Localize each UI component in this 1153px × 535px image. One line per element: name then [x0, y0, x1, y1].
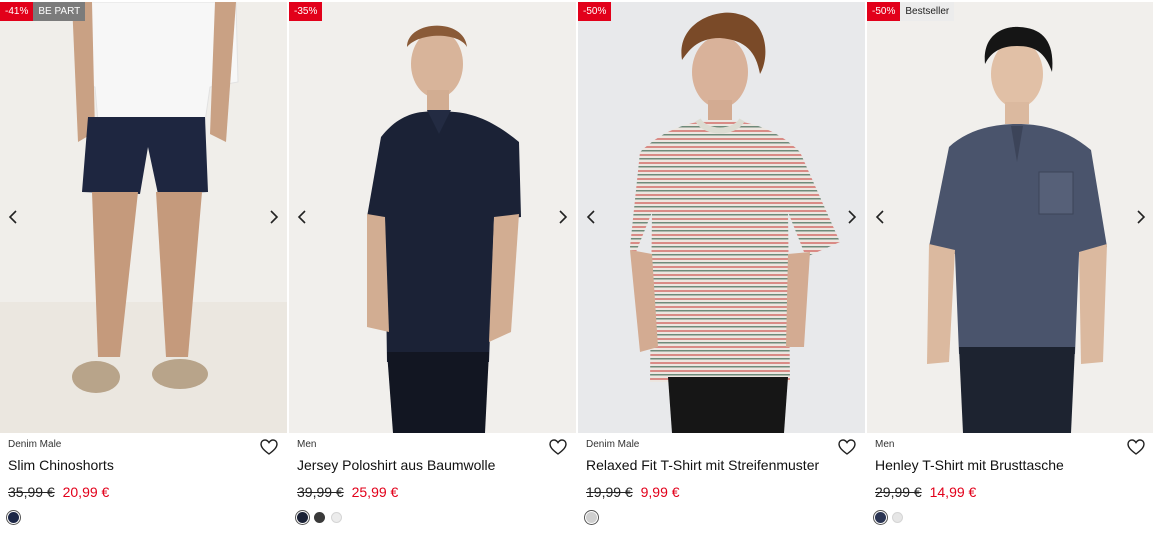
- label-badge: BE PART: [33, 2, 86, 21]
- next-image-button[interactable]: [263, 206, 285, 228]
- chevron-left-icon: [297, 210, 306, 224]
- original-price: 39,99 €: [297, 484, 344, 500]
- discount-badge: -41%: [0, 2, 34, 21]
- product-brand: Men: [875, 439, 895, 450]
- price-block: 39,99 € 25,99 €: [297, 484, 398, 500]
- product-card[interactable]: -41% BE PART Denim Male Slim Chinoshorts…: [0, 0, 287, 535]
- discount-badge: -50%: [867, 2, 901, 21]
- product-photo: [867, 2, 1153, 433]
- product-brand: Denim Male: [586, 439, 640, 450]
- original-price: 19,99 €: [586, 484, 633, 500]
- chevron-left-icon: [875, 210, 884, 224]
- next-image-button[interactable]: [1130, 206, 1152, 228]
- sale-price: 14,99 €: [929, 484, 977, 500]
- product-image[interactable]: [0, 2, 287, 433]
- sale-price: 9,99 €: [640, 484, 680, 500]
- color-swatches: [297, 512, 342, 523]
- chevron-left-icon: [586, 210, 595, 224]
- chevron-right-icon: [1137, 210, 1146, 224]
- prev-image-button[interactable]: [2, 206, 24, 228]
- product-title[interactable]: Relaxed Fit T-Shirt mit Streifenmuster: [586, 457, 819, 473]
- wishlist-button[interactable]: [548, 437, 568, 457]
- chevron-right-icon: [559, 210, 568, 224]
- product-title[interactable]: Slim Chinoshorts: [8, 457, 114, 473]
- product-grid: -41% BE PART Denim Male Slim Chinoshorts…: [0, 0, 1153, 535]
- price-block: 29,99 € 14,99 €: [875, 484, 976, 500]
- original-price: 29,99 €: [875, 484, 922, 500]
- price-block: 35,99 € 20,99 €: [8, 484, 109, 500]
- chevron-left-icon: [8, 210, 17, 224]
- color-swatches: [586, 512, 597, 523]
- color-swatch[interactable]: [875, 512, 886, 523]
- color-swatch[interactable]: [586, 512, 597, 523]
- product-brand: Denim Male: [8, 439, 62, 450]
- prev-image-button[interactable]: [869, 206, 891, 228]
- bestseller-badge: Bestseller: [900, 2, 955, 21]
- price-block: 19,99 € 9,99 €: [586, 484, 680, 500]
- original-price: 35,99 €: [8, 484, 55, 500]
- product-card[interactable]: -50% Denim Male Relaxed Fit T-Shirt mit …: [578, 0, 865, 535]
- color-swatch[interactable]: [297, 512, 308, 523]
- heart-icon: [838, 439, 856, 455]
- sale-price: 20,99 €: [62, 484, 110, 500]
- heart-icon: [549, 439, 567, 455]
- next-image-button[interactable]: [841, 206, 863, 228]
- next-image-button[interactable]: [552, 206, 574, 228]
- wishlist-button[interactable]: [259, 437, 279, 457]
- product-card[interactable]: -50% Bestseller Men Henley T-Shirt mit B…: [867, 0, 1153, 535]
- product-image[interactable]: [289, 2, 576, 433]
- discount-badge: -50%: [578, 2, 612, 21]
- color-swatches: [8, 512, 19, 523]
- badge-group: -41% BE PART: [0, 2, 86, 21]
- heart-icon: [260, 439, 278, 455]
- color-swatch[interactable]: [8, 512, 19, 523]
- badge-group: -50%: [578, 2, 612, 21]
- product-photo: [0, 2, 287, 433]
- wishlist-button[interactable]: [837, 437, 857, 457]
- chevron-right-icon: [848, 210, 857, 224]
- product-photo: [289, 2, 576, 433]
- product-image[interactable]: [578, 2, 865, 433]
- badge-group: -50% Bestseller: [867, 2, 955, 21]
- sale-price: 25,99 €: [351, 484, 399, 500]
- color-swatches: [875, 512, 903, 523]
- product-card[interactable]: -35% Men Jersey Poloshirt aus Baumwolle …: [289, 0, 576, 535]
- prev-image-button[interactable]: [291, 206, 313, 228]
- product-brand: Men: [297, 439, 317, 450]
- heart-icon: [1127, 439, 1145, 455]
- product-photo: [578, 2, 865, 433]
- discount-badge: -35%: [289, 2, 323, 21]
- chevron-right-icon: [270, 210, 279, 224]
- product-title[interactable]: Jersey Poloshirt aus Baumwolle: [297, 457, 495, 473]
- badge-group: -35%: [289, 2, 323, 21]
- color-swatch[interactable]: [331, 512, 342, 523]
- prev-image-button[interactable]: [580, 206, 602, 228]
- color-swatch[interactable]: [892, 512, 903, 523]
- wishlist-button[interactable]: [1126, 437, 1146, 457]
- color-swatch[interactable]: [314, 512, 325, 523]
- product-image[interactable]: [867, 2, 1153, 433]
- product-title[interactable]: Henley T-Shirt mit Brusttasche: [875, 457, 1064, 473]
